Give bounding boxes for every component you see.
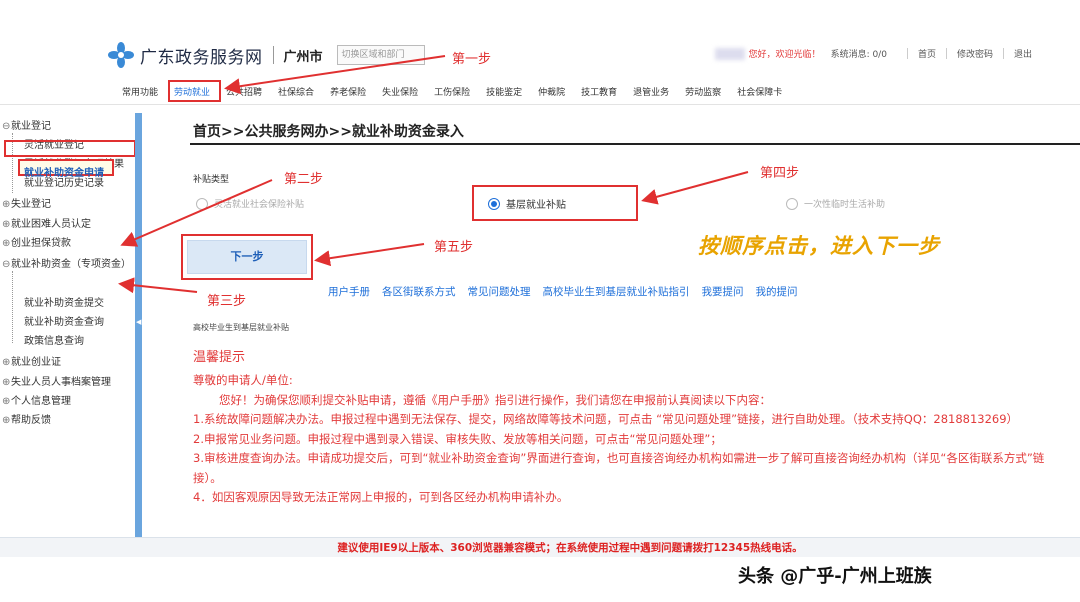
arrow-step5	[314, 243, 425, 267]
annotation-step4: 第四步	[760, 166, 800, 181]
watermark: 头条 @广乎-广州上班族	[738, 566, 932, 587]
sidebar-item-policy-query[interactable]: 政策信息查询	[24, 332, 84, 347]
radio-checked-icon[interactable]	[488, 197, 500, 210]
nav-item[interactable]: 技能鉴定	[486, 85, 522, 98]
nav-item[interactable]: 技工教育	[581, 85, 617, 98]
step1-highlight-box	[168, 80, 221, 102]
option-grassroots-subsidy[interactable]: 基层就业补贴	[488, 196, 566, 211]
next-step-button[interactable]: 下一步	[187, 240, 307, 274]
home-link[interactable]: 首页	[918, 47, 936, 60]
site-logo-icon	[108, 42, 134, 68]
sidebar-group-employment-card[interactable]: ⊕就业创业证	[2, 353, 61, 368]
subsidy-type-label: 补贴类型	[193, 175, 230, 185]
nav-item[interactable]: 失业保险	[382, 85, 418, 98]
sidebar-group-help[interactable]: ⊕帮助反馈	[2, 411, 51, 426]
tip-line: 4．如因客观原因导致无法正常网上申报的，可到各区经办机构申请补办。	[193, 490, 569, 504]
annotation-hint: 按顺序点击，进入下一步	[698, 234, 940, 258]
change-password-link[interactable]: 修改密码	[957, 47, 993, 60]
breadcrumb-underline	[190, 143, 1080, 145]
site-name[interactable]: 广东政务服务网	[140, 43, 263, 68]
nav-item[interactable]: 养老保险	[330, 85, 366, 98]
nav-item[interactable]: 社保综合	[278, 85, 314, 98]
tree-line	[12, 271, 13, 343]
option-flexible-insurance[interactable]: 灵活就业社会保险补贴	[196, 197, 304, 210]
nav-divider	[0, 104, 1080, 105]
sidebar-group-employment-registration[interactable]: ⊖就业登记	[2, 117, 51, 132]
nav-item[interactable]: 工伤保险	[434, 85, 470, 98]
nav-item[interactable]: 常用功能	[122, 85, 158, 98]
city-name: 广州市	[283, 49, 323, 65]
site-header: 广东政务服务网 广州市 切换区域和部门	[108, 42, 425, 68]
sidebar-group-archives[interactable]: ⊕失业人员人事档案管理	[2, 373, 111, 388]
sidebar-item-subsidy-query[interactable]: 就业补助资金查询	[24, 313, 104, 328]
help-link[interactable]: 常见问题处理	[468, 284, 531, 299]
logout-link[interactable]: 退出	[1014, 47, 1032, 60]
system-message-link[interactable]: 系统消息: 0/0	[831, 47, 887, 60]
help-link[interactable]: 我要提问	[702, 284, 744, 299]
help-link[interactable]: 用户手册	[328, 284, 370, 299]
collapse-arrow-icon: ◀	[136, 318, 142, 326]
nav-item[interactable]: 社会保障卡	[737, 85, 782, 98]
radio-icon[interactable]	[786, 197, 798, 210]
sidebar-collapse-bar[interactable]: ◀	[135, 113, 142, 537]
radio-icon[interactable]	[196, 197, 208, 210]
annotation-step5: 第五步	[434, 240, 474, 255]
step2-highlight-box	[4, 140, 136, 157]
help-link[interactable]: 各区街联系方式	[382, 284, 456, 299]
footer-notice: 建议使用IE9以上版本、360浏览器兼容模式；在系统使用过程中遇到问题请拨打12…	[0, 537, 1080, 557]
nav-item[interactable]: 公共招聘	[226, 85, 262, 98]
region-select[interactable]: 切换区域和部门	[336, 45, 425, 65]
help-links: 用户手册 各区街联系方式 常见问题处理 高校毕业生到基层就业补贴指引 我要提问 我的提问	[328, 284, 810, 299]
main-nav: 常用功能 劳动就业 公共招聘 社保综合 养老保险 失业保险 工伤保险 技能鉴定 仲裁院 技工教育退…	[0, 78, 1080, 104]
user-name-blurred	[714, 47, 745, 60]
separator	[906, 48, 908, 59]
nav-item[interactable]: 退管业务	[633, 85, 669, 98]
warm-tip-title: 温馨提示	[193, 350, 246, 365]
sidebar-item-subsidy-apply[interactable]: 就业补助资金申请	[18, 159, 114, 179]
warm-tips: 尊敬的申请人/单位: 您好！为确保您顺利提交补贴申请，遵循《用户手册》指引进行操…	[193, 371, 1053, 508]
sidebar-group-loan[interactable]: ⊕创业担保贷款	[2, 234, 71, 249]
sidebar-group-hardship[interactable]: ⊕就业困难人员认定	[2, 215, 91, 230]
page-root: 广东政务服务网 广州市 切换区域和部门 您好，欢迎光临！ 系统消息: 0/0 首…	[0, 0, 1080, 602]
tip-line: 您好！为确保您顺利提交补贴申请，遵循《用户手册》指引进行操作，我们请您在申报前认…	[219, 392, 771, 407]
header-divider	[272, 46, 274, 64]
separator	[1002, 48, 1004, 59]
separator	[945, 48, 947, 59]
tip-line: 2.申报常见业务问题。申报过程中遇到录入错误、审核失败、发放等相关问题，可点击“…	[193, 431, 722, 446]
arrow-step4	[641, 171, 749, 205]
sidebar-group-subsidy-fund[interactable]: ⊖就业补助资金（专项资金）	[2, 255, 131, 270]
annotation-step2: 第二步	[284, 172, 324, 187]
help-link[interactable]: 高校毕业生到基层就业补贴指引	[543, 284, 690, 299]
nav-item[interactable]: 劳动监察	[685, 85, 721, 98]
breadcrumb: 首页>>公共服务网办>>就业补助资金录入	[193, 124, 464, 140]
tip-line: 3.审核进度查询办法。申请成功提交后，可到“就业补助资金查询”界面进行查询，也可…	[193, 451, 1045, 485]
section-title: 高校毕业生到基层就业补贴	[193, 323, 289, 332]
user-bar: 您好，欢迎光临！ 系统消息: 0/0 首页 修改密码 退出	[714, 47, 1032, 60]
nav-item[interactable]: 仲裁院	[538, 85, 565, 98]
tip-line: 尊敬的申请人/单位:	[193, 373, 293, 387]
annotation-step1: 第一步	[452, 52, 492, 67]
tip-line: 1.系统故障问题解决办法。申报过程中遇到无法保存、提交，网络故障等技术问题，可点…	[193, 412, 1019, 426]
annotation-step3: 第三步	[207, 294, 247, 309]
welcome-text: 您好，欢迎光临！	[748, 50, 821, 60]
sidebar-group-unemployment[interactable]: ⊕失业登记	[2, 195, 51, 210]
help-link[interactable]: 我的提问	[756, 284, 798, 299]
option-one-time-allowance[interactable]: 一次性临时生活补助	[786, 197, 885, 210]
sidebar-group-personal-info[interactable]: ⊕个人信息管理	[2, 392, 71, 407]
sidebar-item-subsidy-submit[interactable]: 就业补助资金提交	[24, 294, 104, 309]
